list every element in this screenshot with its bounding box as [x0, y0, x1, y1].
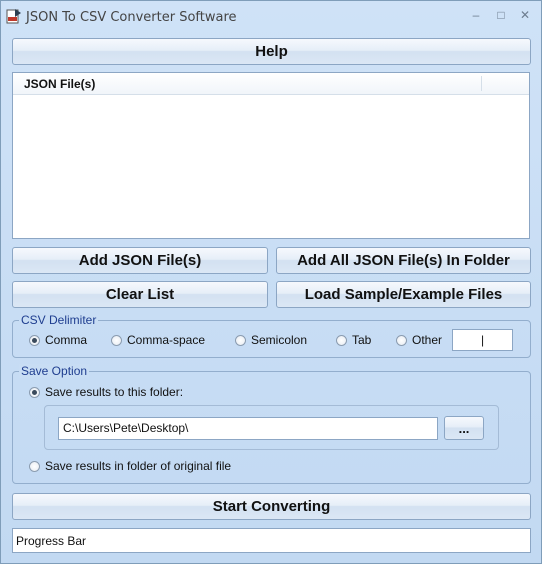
- delimiter-tab-label: Tab: [352, 333, 372, 347]
- radio-tab[interactable]: [336, 334, 347, 346]
- help-button[interactable]: Help: [12, 38, 531, 65]
- delimiter-comma[interactable]: Comma: [29, 333, 87, 347]
- start-converting-button[interactable]: Start Converting: [12, 493, 531, 520]
- save-to-folder-option[interactable]: Save results to this folder:: [29, 385, 183, 399]
- delimiter-semicolon-label: Semicolon: [251, 333, 308, 347]
- add-json-files-button[interactable]: Add JSON File(s): [12, 247, 268, 274]
- add-folder-button[interactable]: Add All JSON File(s) In Folder: [276, 247, 531, 274]
- delimiter-comma-space-label: Comma-space: [127, 333, 206, 347]
- other-delimiter-input[interactable]: |: [452, 329, 513, 351]
- delimiter-comma-space[interactable]: Comma-space: [111, 333, 205, 347]
- progress-bar: Progress Bar: [12, 528, 531, 553]
- minimize-icon[interactable]: –: [466, 7, 486, 23]
- radio-comma-space[interactable]: [111, 334, 122, 346]
- save-to-folder-label: Save results to this folder:: [45, 385, 184, 399]
- delimiter-tab[interactable]: Tab: [336, 333, 371, 347]
- json-file-list[interactable]: JSON File(s): [12, 72, 530, 239]
- radio-save-original[interactable]: [29, 460, 40, 472]
- title-bar[interactable]: JSON To CSV Converter Software – □ ✕: [1, 1, 541, 32]
- save-original-label: Save results in folder of original file: [45, 459, 232, 473]
- radio-other[interactable]: [396, 334, 407, 346]
- column-header-label: JSON File(s): [24, 77, 96, 91]
- radio-comma[interactable]: [29, 334, 40, 346]
- clear-list-button[interactable]: Clear List: [12, 281, 268, 308]
- window-title: JSON To CSV Converter Software: [26, 10, 237, 25]
- save-option-title: Save Option: [19, 364, 90, 378]
- save-original-folder-option[interactable]: Save results in folder of original file: [29, 459, 231, 473]
- folder-path-input[interactable]: C:\Users\Pete\Desktop\: [58, 417, 438, 440]
- load-sample-button[interactable]: Load Sample/Example Files: [276, 281, 531, 308]
- csv-delimiter-title: CSV Delimiter: [19, 313, 99, 327]
- maximize-icon[interactable]: □: [491, 7, 511, 23]
- converter-app-icon: [6, 9, 21, 24]
- browse-folder-button[interactable]: ...: [444, 416, 484, 440]
- delimiter-semicolon[interactable]: Semicolon: [235, 333, 307, 347]
- column-separator: [481, 76, 482, 91]
- radio-save-to-folder[interactable]: [29, 386, 40, 398]
- app-window: JSON To CSV Converter Software – □ ✕ Hel…: [0, 0, 542, 564]
- close-icon[interactable]: ✕: [515, 7, 535, 23]
- delimiter-comma-label: Comma: [45, 333, 88, 347]
- delimiter-other-label: Other: [412, 333, 443, 347]
- radio-semicolon[interactable]: [235, 334, 246, 346]
- delimiter-other[interactable]: Other: [396, 333, 442, 347]
- list-column-header[interactable]: JSON File(s): [13, 73, 529, 95]
